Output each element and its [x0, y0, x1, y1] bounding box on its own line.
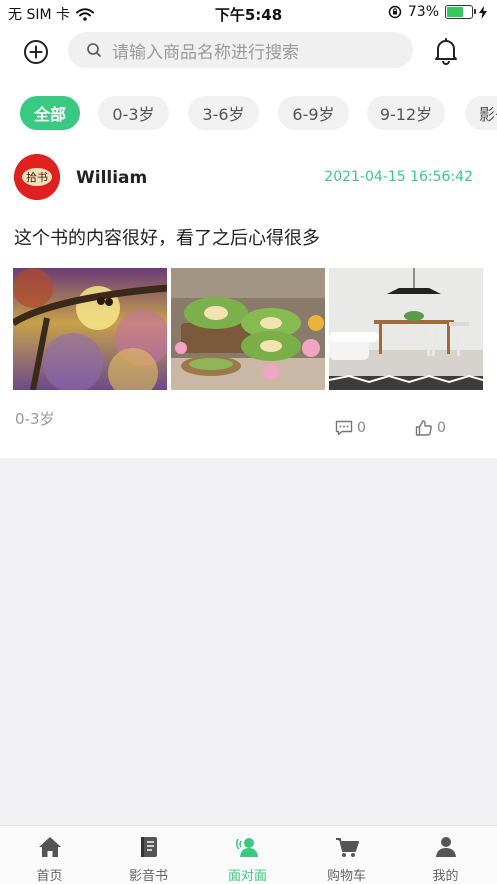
add-post-icon[interactable]	[22, 38, 50, 66]
search-placeholder: 请输入商品名称进行搜索	[112, 42, 299, 63]
filter-chip-6-9[interactable]: 6-9岁	[278, 96, 349, 130]
age-filter-bar: 全部 0-3岁 3-6岁 6-9岁 9-12岁 影书	[0, 78, 497, 148]
face-to-face-icon	[235, 838, 258, 857]
filter-chip-9-12[interactable]: 9-12岁	[367, 96, 445, 130]
comment-icon	[335, 420, 353, 436]
status-bar: 无 SIM 卡 下午5:48 73%	[0, 0, 497, 26]
status-bar-right: 73%	[388, 4, 487, 20]
book-icon	[141, 837, 157, 857]
cart-icon	[336, 838, 359, 857]
comment-button[interactable]: 0	[335, 420, 366, 436]
tab-label-home: 首页	[36, 869, 63, 884]
filter-chip-3-6[interactable]: 3-6岁	[188, 96, 259, 130]
battery-percent: 73%	[407, 4, 439, 20]
charging-icon	[479, 5, 487, 19]
post-username[interactable]: William	[76, 168, 147, 188]
like-count: 0	[437, 420, 446, 436]
battery-cap	[474, 9, 476, 14]
home-icon	[39, 837, 61, 857]
bottom-tab-bar: 首页 影音书 面对面 购物车 我的	[0, 825, 497, 884]
filter-chip-all[interactable]: 全部	[20, 96, 80, 130]
tab-label-profile: 我的	[432, 869, 459, 884]
like-button[interactable]: 0	[415, 420, 446, 436]
filter-chip-0-3[interactable]: 0-3岁	[98, 96, 169, 130]
post-image-dining-room[interactable]	[329, 268, 483, 390]
profile-icon	[436, 837, 456, 857]
avatar-text: 拾书	[26, 170, 48, 184]
battery-icon	[445, 5, 476, 19]
tab-profile[interactable]: 我的	[396, 826, 495, 884]
tab-label-audio-books: 影音书	[128, 869, 168, 884]
orientation-lock-icon	[388, 5, 402, 19]
tab-audio-books[interactable]: 影音书	[99, 826, 198, 884]
post-content: 这个书的内容很好，看了之后心得很多	[14, 228, 320, 249]
post-card[interactable]: 拾书 William 2021-04-15 16:56:42 这个书的内容很好，…	[0, 148, 497, 458]
top-bar: 请输入商品名称进行搜索	[0, 26, 497, 78]
post-timestamp: 2021-04-15 16:56:42	[324, 169, 473, 185]
avatar-logo: 拾书	[14, 154, 60, 200]
post-image-cake[interactable]	[171, 268, 325, 390]
tab-cart[interactable]: 购物车	[297, 826, 396, 884]
tab-face-to-face[interactable]: 面对面	[198, 826, 297, 884]
search-icon	[87, 43, 101, 57]
tab-label-cart: 购物车	[326, 869, 366, 884]
avatar[interactable]: 拾书	[14, 154, 60, 200]
post-image-painting[interactable]	[13, 268, 167, 390]
filter-chip-books[interactable]: 影书	[465, 96, 497, 130]
bell-icon[interactable]	[432, 36, 460, 66]
search-input[interactable]: 请输入商品名称进行搜索	[68, 32, 413, 68]
tab-home[interactable]: 首页	[0, 826, 99, 884]
tab-label-face-to-face: 面对面	[227, 869, 267, 884]
thumbs-up-icon	[415, 420, 432, 436]
post-age-tag: 0-3岁	[15, 410, 55, 428]
comment-count: 0	[357, 420, 366, 436]
battery-level	[447, 7, 463, 17]
